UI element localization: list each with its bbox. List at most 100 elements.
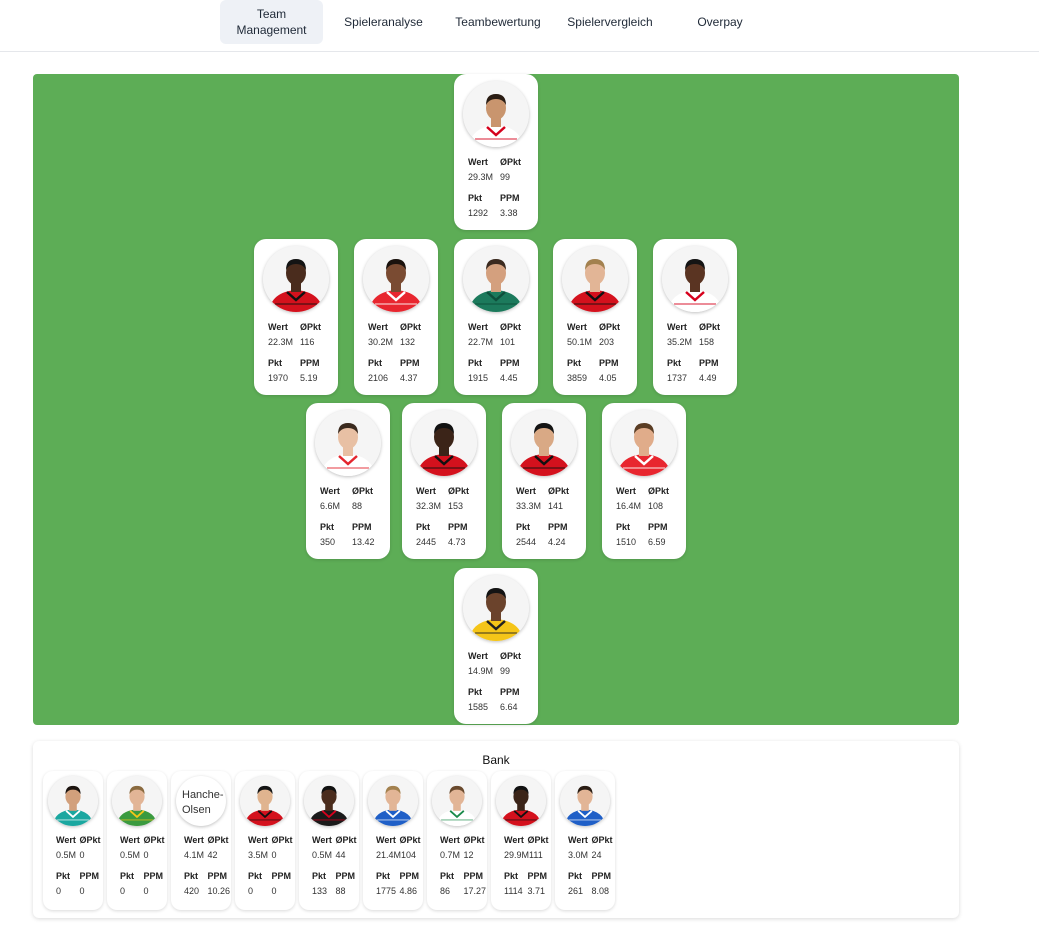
pkt-label: Pkt <box>416 521 431 532</box>
ppm-value: 3.38 <box>500 207 518 218</box>
player-photo-icon <box>511 410 577 476</box>
pkt-value: 2544 <box>516 536 537 547</box>
player-stats: Wert ØPkt 0.5M 0 Pkt PPM 0 0 <box>43 832 103 898</box>
player-stats: Wert ØPkt 16.4M 108 Pkt PPM 1510 6.59 <box>616 483 680 549</box>
bench-player-card[interactable]: Wert ØPkt 0.5M 0 Pkt PPM 0 0 <box>107 771 167 910</box>
opkt-label: ØPkt <box>207 834 229 845</box>
opkt-label: ØPkt <box>300 321 322 332</box>
tab-spielervergleich[interactable]: Spielervergleich <box>560 0 660 44</box>
pkt-label: Pkt <box>248 870 263 881</box>
opkt-value: 101 <box>500 336 516 347</box>
player-avatar <box>363 246 429 312</box>
bench-player-card[interactable]: Wert ØPkt 0.5M 44 Pkt PPM 133 88 <box>299 771 359 910</box>
pkt-label: Pkt <box>184 870 199 881</box>
player-card[interactable]: Wert ØPkt 22.3M 116 Pkt PPM 1970 5.19 <box>254 239 338 395</box>
avatar-alt-text: Hanche-Olsen <box>182 789 224 816</box>
wert-value: 0.7M <box>440 849 461 860</box>
player-avatar: Hanche-Olsen <box>176 776 226 826</box>
player-avatar <box>511 410 577 476</box>
ppm-label: PPM <box>143 870 164 881</box>
ppm-value: 0 <box>271 885 277 896</box>
bench-player-card[interactable]: Wert ØPkt 0.5M 0 Pkt PPM 0 0 <box>43 771 103 910</box>
pkt-label: Pkt <box>468 357 483 368</box>
player-card[interactable]: Wert ØPkt 32.3M 153 Pkt PPM 2445 4.73 <box>402 403 486 559</box>
ppm-value: 6.64 <box>500 701 518 712</box>
player-stats: Wert ØPkt 21.4M 104 Pkt PPM 1775 4.86 <box>363 832 423 898</box>
player-card[interactable]: Wert ØPkt 22.7M 101 Pkt PPM 1915 4.45 <box>454 239 538 395</box>
opkt-label: ØPkt <box>463 834 485 845</box>
ppm-label: PPM <box>207 870 228 881</box>
player-card[interactable]: Wert ØPkt 6.6M 88 Pkt PPM 350 13.42 <box>306 403 390 559</box>
opkt-label: ØPkt <box>599 321 621 332</box>
bench-player-card[interactable]: Hanche-Olsen Wert ØPkt 4.1M 42 Pkt PPM 420 10.26 <box>171 771 231 910</box>
opkt-value: 88 <box>352 500 363 511</box>
player-avatar <box>496 776 546 826</box>
opkt-value: 12 <box>463 849 474 860</box>
bench-player-card[interactable]: Wert ØPkt 29.9M 111 Pkt PPM 1114 3.71 <box>491 771 551 910</box>
wert-label: Wert <box>368 321 388 332</box>
player-card[interactable]: Wert ØPkt 29.3M 99 Pkt PPM 1292 3.38 <box>454 74 538 230</box>
tab-spieleranalyse[interactable]: Spieleranalyse <box>336 0 431 44</box>
player-photo-icon <box>368 776 418 826</box>
ppm-value: 4.86 <box>399 885 418 896</box>
bench-player-card[interactable]: Wert ØPkt 3.5M 0 Pkt PPM 0 0 <box>235 771 295 910</box>
bench-player-card[interactable]: Wert ØPkt 21.4M 104 Pkt PPM 1775 4.86 <box>363 771 423 910</box>
player-card[interactable]: Wert ØPkt 33.3M 141 Pkt PPM 2544 4.24 <box>502 403 586 559</box>
tab-team-management[interactable]: Team Management <box>220 0 323 44</box>
pkt-value: 1775 <box>376 885 397 896</box>
opkt-label: ØPkt <box>143 834 165 845</box>
ppm-value: 4.45 <box>500 372 518 383</box>
bench-player-card[interactable]: Wert ØPkt 3.0M 24 Pkt PPM 261 8.08 <box>555 771 615 910</box>
pkt-label: Pkt <box>568 870 583 881</box>
pkt-label: Pkt <box>616 521 631 532</box>
player-card[interactable]: Wert ØPkt 16.4M 108 Pkt PPM 1510 6.59 <box>602 403 686 559</box>
ppm-value: 4.73 <box>448 536 466 547</box>
pkt-value: 3859 <box>567 372 588 383</box>
player-card[interactable]: Wert ØPkt 50.1M 203 Pkt PPM 3859 4.05 <box>553 239 637 395</box>
player-stats: Wert ØPkt 4.1M 42 Pkt PPM 420 10.26 <box>171 832 231 898</box>
opkt-value: 203 <box>599 336 615 347</box>
wert-label: Wert <box>567 321 587 332</box>
ppm-value: 8.08 <box>591 885 610 896</box>
player-photo-icon <box>112 776 162 826</box>
ppm-value: 4.49 <box>699 372 717 383</box>
opkt-value: 153 <box>448 500 464 511</box>
ppm-label: PPM <box>400 357 420 368</box>
ppm-label: PPM <box>448 521 468 532</box>
tab-overpay[interactable]: Overpay <box>680 0 760 44</box>
pkt-label: Pkt <box>368 357 383 368</box>
player-avatar <box>562 246 628 312</box>
player-photo-icon <box>463 246 529 312</box>
wert-label: Wert <box>312 834 332 845</box>
wert-value: 29.3M <box>468 171 494 182</box>
opkt-value: 108 <box>648 500 664 511</box>
opkt-label: ØPkt <box>352 485 374 496</box>
opkt-label: ØPkt <box>79 834 101 845</box>
player-avatar <box>463 246 529 312</box>
player-card[interactable]: Wert ØPkt 30.2M 132 Pkt PPM 2106 4.37 <box>354 239 438 395</box>
pkt-value: 350 <box>320 536 336 547</box>
player-stats: Wert ØPkt 3.5M 0 Pkt PPM 0 0 <box>235 832 295 898</box>
wert-label: Wert <box>320 485 340 496</box>
ppm-label: PPM <box>463 870 484 881</box>
opkt-label: ØPkt <box>648 485 670 496</box>
player-card[interactable]: Wert ØPkt 14.9M 99 Pkt PPM 1585 6.64 <box>454 568 538 724</box>
bench-player-card[interactable]: Wert ØPkt 0.7M 12 Pkt PPM 86 17.27 <box>427 771 487 910</box>
player-photo-icon <box>560 776 610 826</box>
wert-value: 3.0M <box>568 849 589 860</box>
ppm-value: 5.19 <box>300 372 318 383</box>
player-card[interactable]: Wert ØPkt 35.2M 158 Pkt PPM 1737 4.49 <box>653 239 737 395</box>
player-avatar <box>611 410 677 476</box>
player-photo-icon <box>496 776 546 826</box>
opkt-value: 24 <box>591 849 602 860</box>
pkt-value: 0 <box>120 885 126 896</box>
wert-value: 29.9M <box>504 849 530 860</box>
ppm-label: PPM <box>599 357 619 368</box>
wert-value: 22.3M <box>268 336 294 347</box>
player-avatar <box>368 776 418 826</box>
player-photo-icon <box>263 246 329 312</box>
pkt-value: 1292 <box>468 207 489 218</box>
wert-value: 16.4M <box>616 500 642 511</box>
ppm-label: PPM <box>548 521 568 532</box>
tab-teambewertung[interactable]: Teambewertung <box>448 0 548 44</box>
